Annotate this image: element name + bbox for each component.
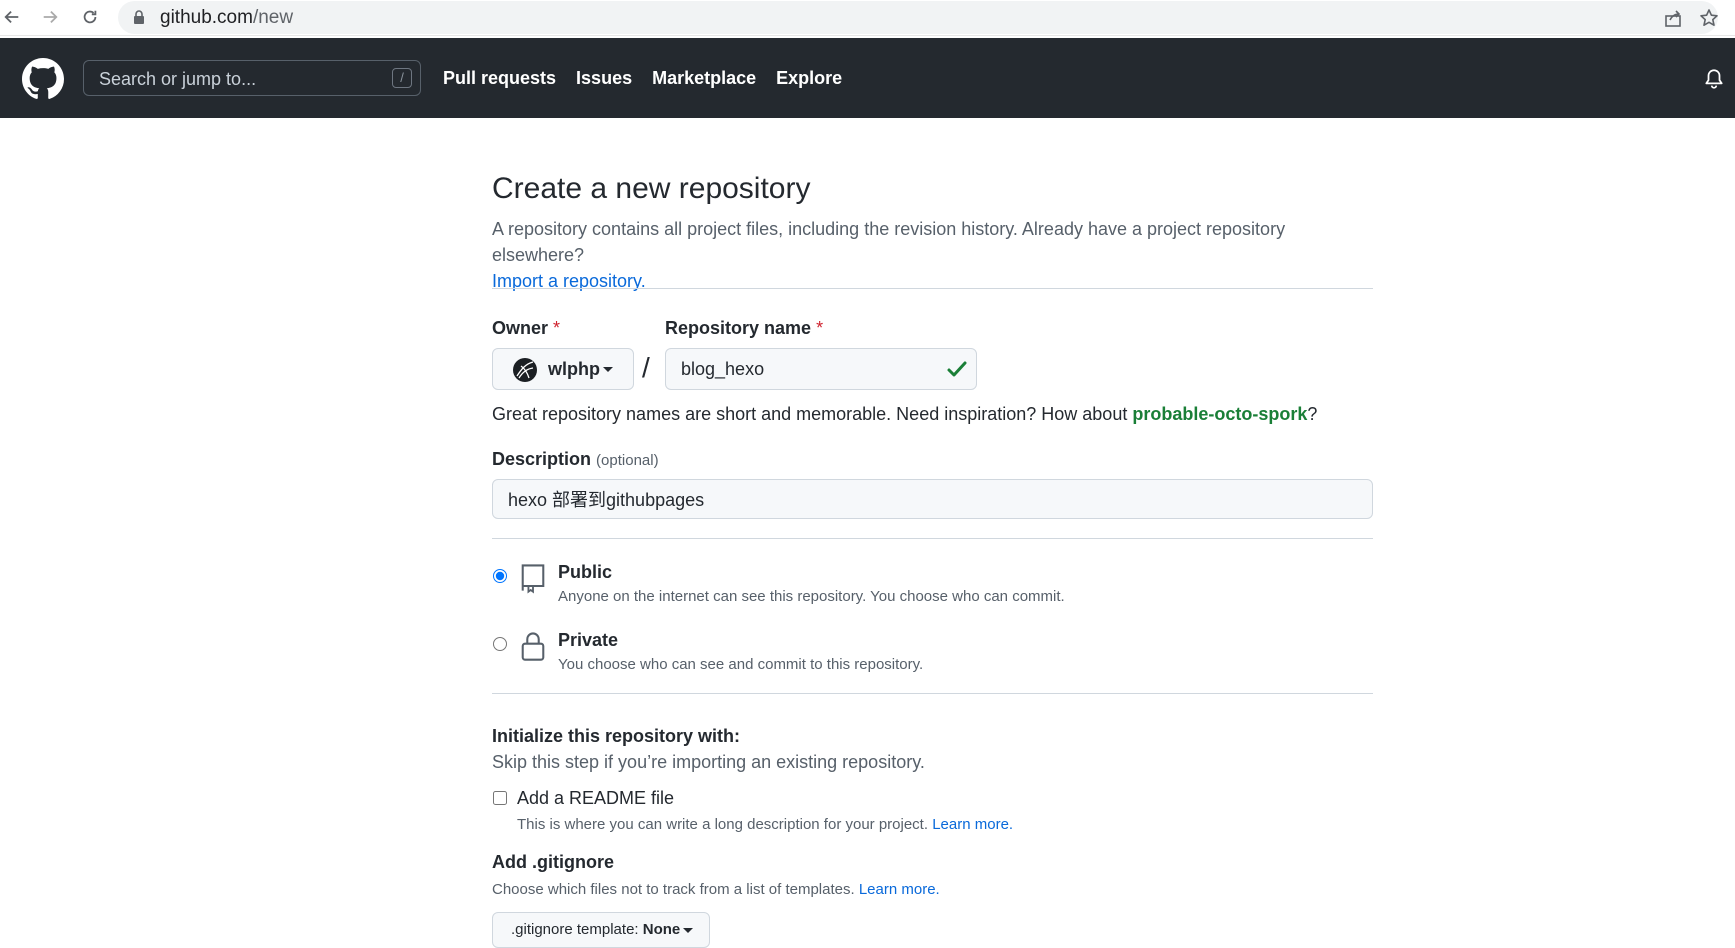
checkmark-icon	[947, 361, 967, 377]
owner-repo-separator: /	[642, 352, 650, 383]
chevron-down-icon	[683, 928, 693, 933]
bookmark-star-icon[interactable]	[1698, 7, 1720, 29]
initialize-subtitle: Skip this step if you’re importing an ex…	[492, 752, 925, 772]
address-url: github.com/new	[160, 7, 294, 28]
gitignore-description: Choose which files not to track from a l…	[492, 881, 940, 898]
github-logo-icon[interactable]	[22, 58, 64, 100]
global-search-input[interactable]: Search or jump to... /	[83, 60, 421, 96]
reload-icon[interactable]	[78, 5, 102, 29]
page-title: Create a new repository	[492, 172, 811, 205]
divider	[492, 288, 1373, 289]
browser-toolbar: github.com/new	[0, 0, 1735, 36]
lock-icon	[521, 632, 545, 661]
search-shortcut-key: /	[392, 68, 412, 88]
repository-name-input[interactable]	[665, 348, 977, 390]
chevron-down-icon	[603, 367, 613, 372]
readme-learn-more-link[interactable]: Learn more.	[932, 816, 1013, 833]
address-bar[interactable]: github.com/new	[118, 1, 1718, 34]
gitignore-title: Add .gitignore	[492, 852, 614, 872]
repository-name-hint: Great repository names are short and mem…	[492, 404, 1318, 424]
add-readme-label[interactable]: Add a README file	[517, 788, 674, 809]
page-subtitle: A repository contains all project files,…	[492, 219, 1286, 291]
nav-explore[interactable]: Explore	[776, 68, 842, 89]
nav-pull-requests[interactable]: Pull requests	[443, 68, 556, 89]
suggested-name-link[interactable]: probable-octo-spork	[1132, 404, 1307, 424]
notifications-bell-icon[interactable]	[1703, 68, 1725, 90]
github-header: Search or jump to... / Pull requests Iss…	[0, 38, 1735, 118]
repository-book-icon	[521, 564, 545, 594]
header-nav: Pull requests Issues Marketplace Explore	[443, 68, 842, 89]
search-placeholder: Search or jump to...	[99, 69, 257, 89]
initialize-title: Initialize this repository with:	[492, 726, 741, 746]
add-readme-checkbox[interactable]	[493, 791, 507, 805]
gitignore-template-dropdown[interactable]: .gitignore template: None	[492, 912, 710, 948]
private-option-desc: You choose who can see and commit to thi…	[558, 656, 924, 673]
divider	[492, 538, 1373, 539]
nav-issues[interactable]: Issues	[576, 68, 632, 89]
divider	[492, 693, 1373, 694]
owner-dropdown[interactable]: wlphp	[492, 348, 634, 390]
owner-label: Owner *	[492, 318, 561, 338]
nav-marketplace[interactable]: Marketplace	[652, 68, 756, 89]
forward-icon[interactable]	[38, 5, 62, 29]
gitignore-learn-more-link[interactable]: Learn more.	[859, 881, 940, 898]
description-label: Description (optional)	[492, 449, 659, 469]
public-option-title: Public	[558, 562, 613, 582]
back-icon[interactable]	[0, 5, 24, 29]
avatar	[513, 358, 537, 382]
readme-description: This is where you can write a long descr…	[517, 816, 1014, 833]
share-icon[interactable]	[1662, 7, 1684, 29]
repository-name-label: Repository name *	[665, 318, 824, 338]
owner-name: wlphp	[548, 359, 600, 379]
public-radio[interactable]	[493, 569, 507, 583]
private-option-title: Private	[558, 630, 619, 650]
public-option-desc: Anyone on the internet can see this repo…	[558, 588, 1065, 605]
lock-icon	[134, 10, 144, 24]
private-radio[interactable]	[493, 637, 507, 651]
description-input[interactable]	[492, 479, 1373, 519]
